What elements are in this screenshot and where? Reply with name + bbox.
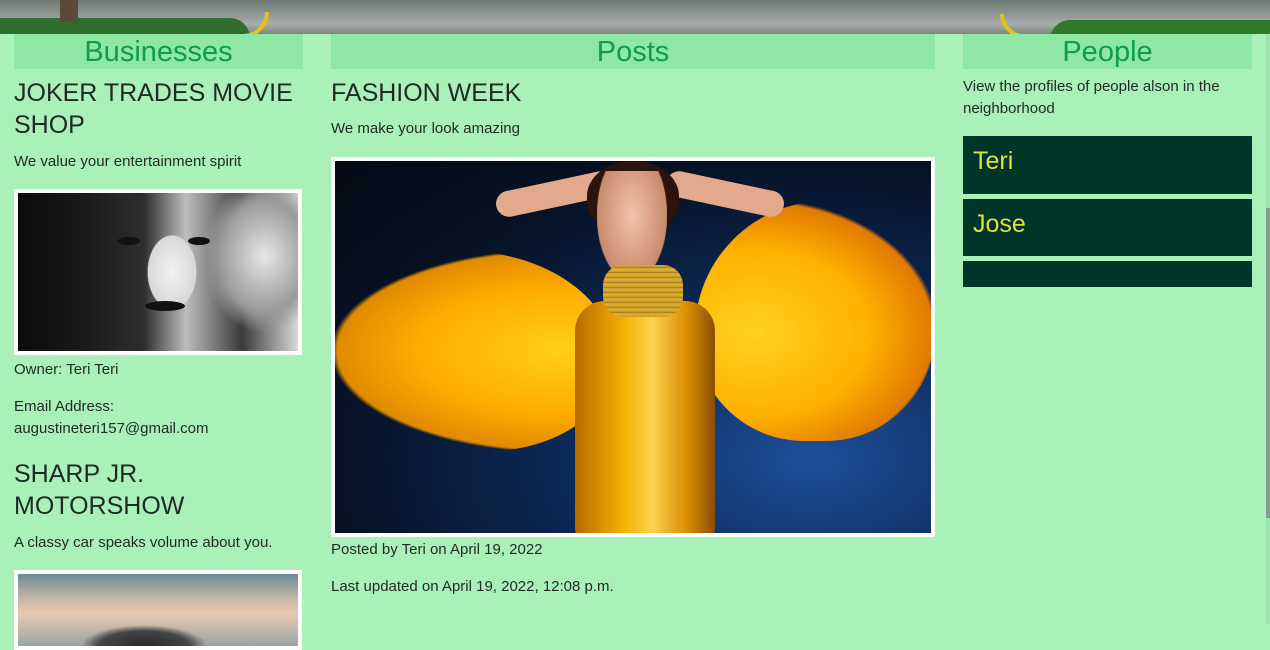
business-tagline: A classy car speaks volume about you. [14,534,273,551]
business-tagline: We value your entertainment spirit [14,153,242,170]
person-item[interactable]: Teri [963,136,1252,194]
posts-heading: Posts [331,34,935,69]
person-item[interactable]: Jose [963,199,1252,256]
people-column: People View the profiles of people alson… [963,34,1252,287]
person-item[interactable] [963,261,1252,287]
people-heading: People [963,34,1252,69]
header-banner-image [0,0,1270,34]
posts-column: Posts FASHION WEEK We make your look ama… [331,34,935,598]
post-updated: Last updated on April 19, 2022, 12:08 p.… [331,578,614,595]
businesses-heading: Businesses [14,34,303,69]
business-image[interactable] [14,189,302,355]
scrollbar-thumb[interactable] [1266,208,1270,518]
business-owner: Owner: Teri Teri [14,361,119,378]
business-card: SHARP Jr. MOTORSHOW A classy car speaks … [14,458,303,650]
people-intro: View the profiles of people alson in the… [963,78,1220,117]
business-name[interactable]: JOKER TRADES MOVIE SHOP [14,77,303,141]
business-email[interactable]: augustineteri157@gmail.com [14,418,303,440]
business-name[interactable]: SHARP Jr. MOTORSHOW [14,458,303,522]
business-card: JOKER TRADES MOVIE SHOP We value your en… [14,77,303,440]
page-scrollbar[interactable] [1266,34,1270,624]
post-title[interactable]: FASHION WEEK [331,77,935,109]
businesses-column: Businesses JOKER TRADES MOVIE SHOP We va… [14,34,303,650]
post-image[interactable] [331,157,935,537]
business-email-label: Email Address: [14,398,115,415]
post-subtitle: We make your look amazing [331,120,520,137]
post-author-date: Posted by Teri on April 19, 2022 [331,541,543,558]
post-card: FASHION WEEK We make your look amazing P… [331,77,935,598]
business-image[interactable] [14,570,302,650]
